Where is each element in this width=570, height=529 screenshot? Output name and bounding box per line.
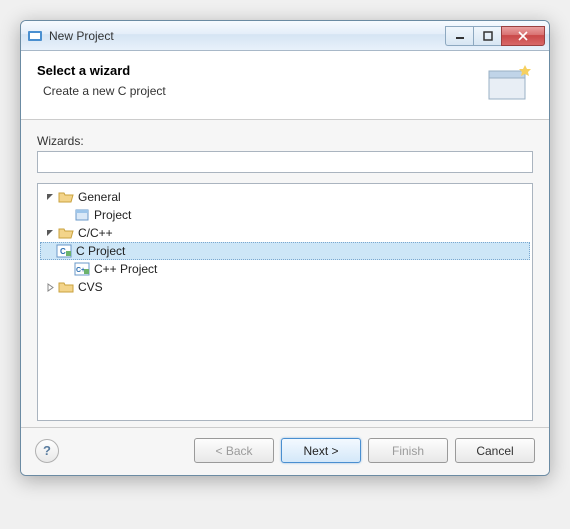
finish-button[interactable]: Finish bbox=[368, 438, 448, 463]
folder-open-icon bbox=[58, 189, 74, 205]
dialog-body: Wizards: General bbox=[21, 120, 549, 427]
back-button[interactable]: < Back bbox=[194, 438, 274, 463]
tree-label: CVS bbox=[78, 280, 103, 294]
close-button[interactable] bbox=[501, 26, 545, 46]
tree-node-ccpp[interactable]: C/C++ bbox=[40, 224, 530, 242]
tree-node-c-project[interactable]: C C Project bbox=[40, 242, 530, 260]
project-icon bbox=[74, 207, 90, 223]
collapse-icon[interactable] bbox=[44, 281, 56, 293]
svg-text:C+: C+ bbox=[76, 267, 85, 274]
tree-label: Project bbox=[94, 208, 131, 222]
cpp-project-icon: C+ bbox=[74, 261, 90, 277]
tree-label: C++ Project bbox=[94, 262, 157, 276]
window-controls bbox=[445, 26, 545, 46]
tree-node-general[interactable]: General bbox=[40, 188, 530, 206]
next-button[interactable]: Next > bbox=[281, 438, 361, 463]
header-subtitle: Create a new C project bbox=[37, 84, 485, 98]
dialog-footer: ? < Back Next > Finish Cancel bbox=[21, 427, 549, 475]
wizard-tree[interactable]: General Project bbox=[37, 183, 533, 421]
new-project-dialog: New Project Select a wizard Create a new… bbox=[20, 20, 550, 476]
wizard-filter-input[interactable] bbox=[37, 151, 533, 173]
tree-node-cvs[interactable]: CVS bbox=[40, 278, 530, 296]
wizards-label: Wizards: bbox=[37, 134, 533, 148]
help-icon: ? bbox=[43, 443, 51, 458]
folder-open-icon bbox=[58, 225, 74, 241]
expand-icon[interactable] bbox=[44, 227, 56, 239]
minimize-button[interactable] bbox=[445, 26, 473, 46]
folder-closed-icon bbox=[58, 279, 74, 295]
c-project-icon: C bbox=[56, 243, 72, 259]
header-title: Select a wizard bbox=[37, 63, 485, 78]
tree-label: C Project bbox=[76, 244, 125, 258]
tree-label: C/C++ bbox=[78, 226, 113, 240]
app-icon bbox=[27, 28, 43, 44]
window-title: New Project bbox=[49, 29, 445, 43]
tree-node-cpp-project[interactable]: C+ C++ Project bbox=[40, 260, 530, 278]
wizard-icon bbox=[485, 63, 533, 105]
tree-node-project[interactable]: Project bbox=[40, 206, 530, 224]
expand-icon[interactable] bbox=[44, 191, 56, 203]
svg-text:C: C bbox=[60, 247, 66, 256]
help-button[interactable]: ? bbox=[35, 439, 59, 463]
titlebar[interactable]: New Project bbox=[21, 21, 549, 51]
dialog-header: Select a wizard Create a new C project bbox=[21, 51, 549, 120]
tree-label: General bbox=[78, 190, 121, 204]
cancel-button[interactable]: Cancel bbox=[455, 438, 535, 463]
maximize-button[interactable] bbox=[473, 26, 501, 46]
